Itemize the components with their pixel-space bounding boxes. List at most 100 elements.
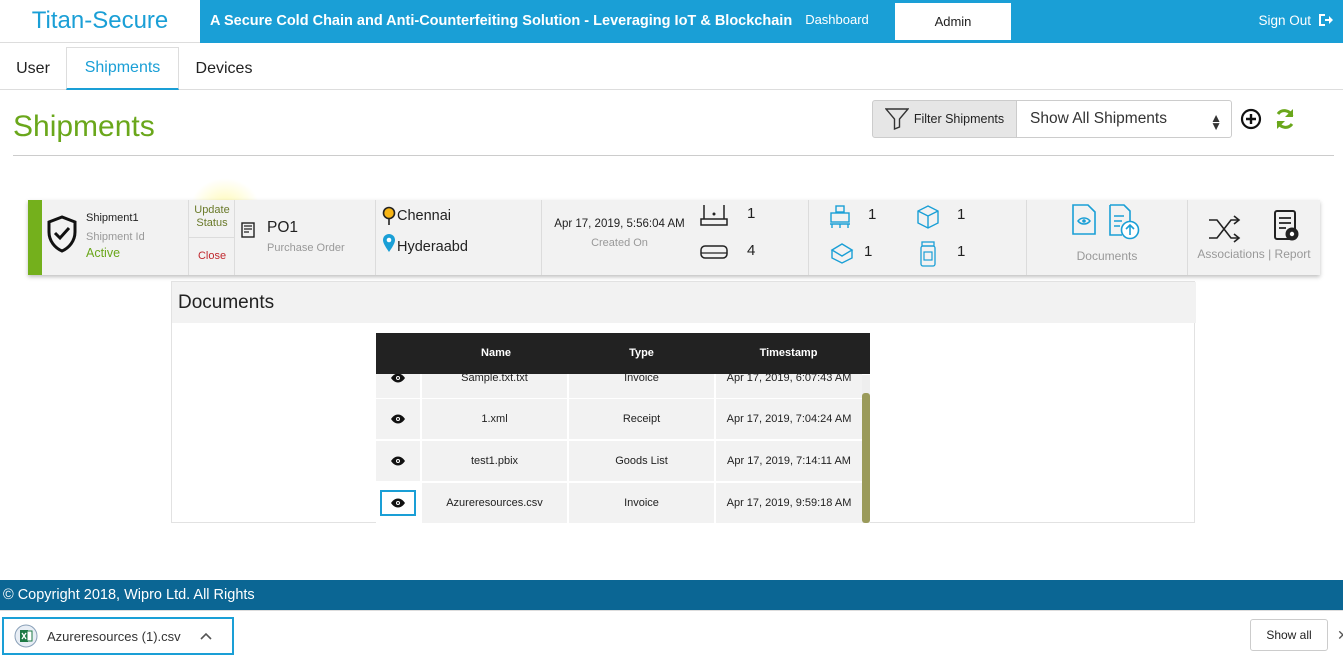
device-counts: 1 4 <box>698 200 808 275</box>
report-icon[interactable] <box>1273 210 1301 242</box>
nav-admin[interactable]: Admin <box>895 3 1011 43</box>
excel-file-icon <box>14 624 38 648</box>
shipment-card: Shipment1 Shipment Id Active Update Stat… <box>28 200 1320 275</box>
status-actions: Update Status Close <box>188 200 235 275</box>
document-name: Sample.txt.txt <box>422 374 567 398</box>
close-shipment-button[interactable]: Close <box>189 250 235 262</box>
associations-report-label[interactable]: Associations | Report <box>1188 247 1320 261</box>
column-name-header[interactable]: Name <box>421 347 571 359</box>
view-document-button[interactable] <box>376 441 420 481</box>
action-divider <box>189 237 235 238</box>
top-bar: Titan-Secure A Secure Cold Chain and Ant… <box>0 0 1343 43</box>
tab-devices[interactable]: Devices <box>179 47 269 90</box>
download-item[interactable]: Azureresources (1).csv <box>2 617 234 655</box>
documents-label: Documents <box>1076 249 1138 263</box>
eye-icon <box>391 456 405 466</box>
created-timestamp: Apr 17, 2019, 5:56:04 AM <box>554 218 685 230</box>
filter-shipments-button[interactable]: Filter Shipments <box>872 100 1017 138</box>
footer-copyright: © Copyright 2018, Wipro Ltd. All Rights <box>0 580 1343 610</box>
shipment-status: Active <box>86 246 121 260</box>
eye-icon <box>391 498 405 508</box>
shipment-filter-value: Show All Shipments <box>1030 110 1167 127</box>
view-document-button[interactable] <box>376 483 420 523</box>
pallet-count: 1 <box>868 206 877 223</box>
refresh-icon[interactable] <box>1273 107 1297 131</box>
package-count: 1 <box>957 206 966 223</box>
eye-icon <box>391 414 405 424</box>
focused-view-button[interactable] <box>380 490 416 516</box>
view-document-icon[interactable] <box>1070 204 1098 236</box>
created-label: Created On <box>591 237 648 249</box>
view-document-button[interactable] <box>376 399 420 439</box>
item-icon <box>920 241 936 267</box>
associations-icon[interactable] <box>1208 215 1242 243</box>
po-label: Purchase Order <box>267 242 345 254</box>
table-row: test1.pbix Goods List Apr 17, 2019, 7:14… <box>376 441 862 482</box>
created-info: Apr 17, 2019, 5:56:04 AM Created On <box>542 200 697 275</box>
nav-dashboard[interactable]: Dashboard <box>782 12 892 27</box>
document-name: 1.xml <box>422 399 567 439</box>
document-type: Invoice <box>569 483 714 523</box>
destination-pin-icon <box>383 234 395 252</box>
update-status-button[interactable]: Update Status <box>189 204 235 230</box>
documents-section[interactable]: Documents <box>1027 200 1187 275</box>
documents-panel-title: Documents <box>172 282 1196 323</box>
brand-logo[interactable]: Titan-Secure <box>0 0 200 43</box>
sign-out-button[interactable]: Sign Out <box>1258 12 1333 28</box>
chevron-up-icon[interactable] <box>200 632 212 640</box>
route-info: Chennai Hyderaabd <box>382 200 542 275</box>
add-shipment-icon[interactable] <box>1240 108 1262 130</box>
po-number: PO1 <box>267 219 299 236</box>
download-bar: Azureresources (1).csv Show all ✕ <box>0 610 1343 658</box>
document-timestamp: Apr 17, 2019, 6:07:43 AM <box>716 374 862 398</box>
tab-user[interactable]: User <box>0 47 66 90</box>
sign-out-icon <box>1319 14 1333 26</box>
shield-check-icon <box>47 215 77 253</box>
table-row: Sample.txt.txt Invoice Apr 17, 2019, 6:0… <box>376 374 862 399</box>
shipment-name: Shipment1 <box>86 212 139 224</box>
shipment-filter-select[interactable]: Show All Shipments ▲ ▼ <box>1016 100 1232 138</box>
upload-document-icon[interactable] <box>1107 204 1141 240</box>
document-type: Goods List <box>569 441 714 481</box>
origin-city: Chennai <box>397 208 452 224</box>
sensor-icon <box>700 245 728 259</box>
column-timestamp-header[interactable]: Timestamp <box>716 347 861 359</box>
card-divider <box>375 200 376 275</box>
purchase-order-icon <box>241 222 255 238</box>
funnel-icon <box>884 108 909 130</box>
page-title: Shipments <box>13 110 155 143</box>
title-divider <box>13 155 1334 156</box>
tab-shipments[interactable]: Shipments <box>66 47 179 90</box>
documents-table-body[interactable]: Sample.txt.txt Invoice Apr 17, 2019, 6:0… <box>376 374 862 523</box>
document-name: Azureresources.csv <box>422 483 567 523</box>
destination-city: Hyderaabd <box>397 239 468 255</box>
document-timestamp: Apr 17, 2019, 7:14:11 AM <box>716 441 862 481</box>
document-timestamp: Apr 17, 2019, 7:04:24 AM <box>716 399 862 439</box>
shipment-info: Shipment1 Shipment Id Active <box>46 200 196 275</box>
column-type-header[interactable]: Type <box>569 347 714 359</box>
shipment-id-label: Shipment Id <box>86 231 145 243</box>
gateway-icon <box>700 205 728 226</box>
sign-out-label: Sign Out <box>1258 12 1311 28</box>
admin-tabs: User Shipments Devices <box>0 47 1343 90</box>
eye-icon <box>391 374 405 383</box>
sensor-count: 4 <box>747 242 756 259</box>
select-caret-icon: ▲ ▼ <box>1210 111 1222 133</box>
update-status-line1: Update <box>194 204 230 216</box>
document-name: test1.pbix <box>422 441 567 481</box>
pallet-stack-icon <box>830 205 850 228</box>
filter-shipments-label: Filter Shipments <box>913 112 1005 126</box>
purchase-order-info: PO1 Purchase Order <box>241 200 375 275</box>
associations-report-section: Associations | Report <box>1188 200 1320 275</box>
documents-table-header: Name Type Timestamp <box>376 333 870 374</box>
show-all-downloads-button[interactable]: Show all <box>1250 619 1328 651</box>
view-document-button[interactable] <box>376 374 420 398</box>
table-row: 1.xml Receipt Apr 17, 2019, 7:04:24 AM <box>376 399 862 440</box>
item-count: 1 <box>957 243 966 260</box>
open-box-icon <box>830 243 854 264</box>
package-counts: 1 1 <box>915 200 1025 275</box>
app-tagline: A Secure Cold Chain and Anti-Counterfeit… <box>210 13 793 29</box>
table-scrollbar-thumb[interactable] <box>862 393 870 523</box>
pallet-counts: 1 1 <box>809 200 909 275</box>
close-download-bar-icon[interactable]: ✕ <box>1337 627 1343 644</box>
